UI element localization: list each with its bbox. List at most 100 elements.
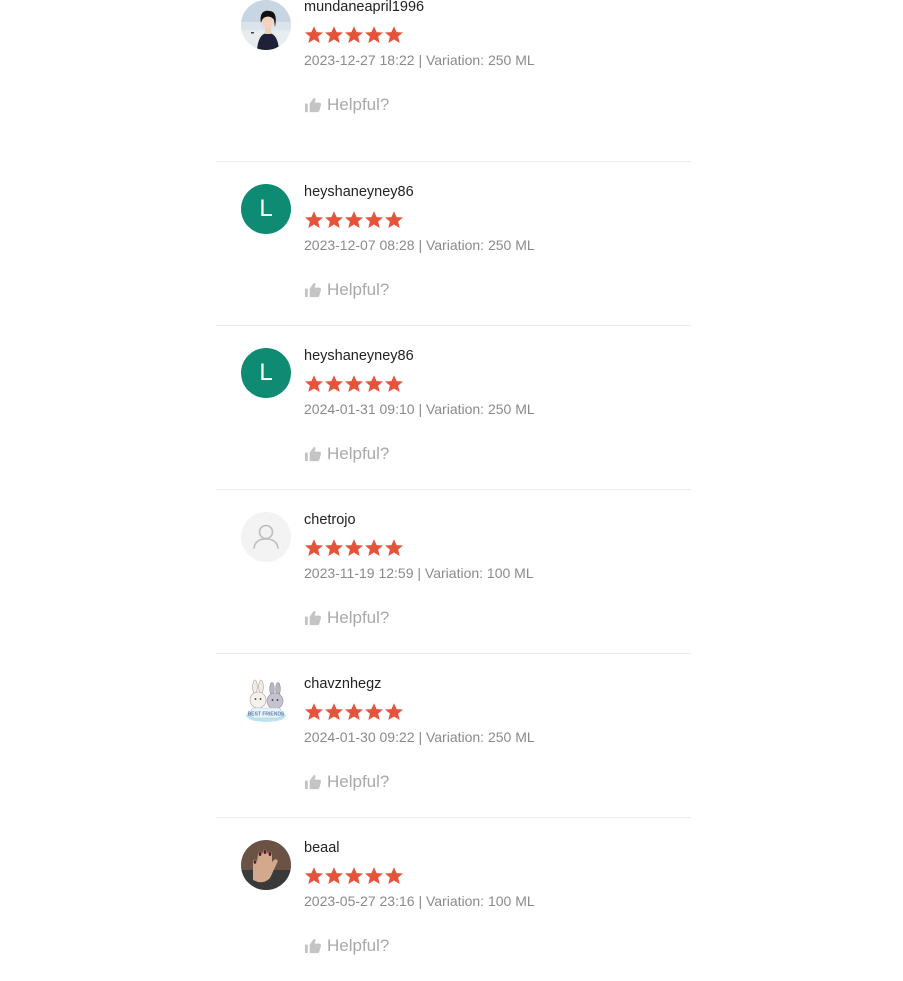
variation-value: 250 ML [487,729,535,745]
review-meta: 2023-05-27 23:16 | Variation: 100 ML [304,893,535,909]
variation-prefix: Variation: [425,237,485,253]
meta-separator: | [418,893,423,909]
helpful-label: Helpful? [327,772,390,791]
star-icon [385,211,403,228]
star-icon [305,867,323,884]
star-icon [385,703,403,720]
meta-separator: | [418,237,423,253]
star-icon [345,375,363,392]
star-rating [304,374,404,394]
svg-text:BEST FRIENDS: BEST FRIENDS [248,712,285,718]
star-rating [304,25,404,45]
review-item: Lheyshaneyney86 2023-12-07 08:28 | Variat… [216,162,691,326]
star-icon [365,375,383,392]
helpful-button[interactable]: Helpful? [304,280,389,300]
variation-value: 250 ML [487,52,535,68]
thumbs-up-icon [304,938,322,954]
meta-separator: | [418,52,423,68]
avatar-letter[interactable]: L [241,184,291,234]
variation-value: 100 ML [486,565,534,581]
avatar-photo[interactable] [241,840,291,890]
helpful-label: Helpful? [327,95,390,114]
helpful-button[interactable]: Helpful? [304,608,389,628]
review-meta: 2024-01-31 09:10 | Variation: 250 ML [304,401,535,417]
reviewer-username: mundaneapril1996 [304,0,425,15]
star-rating [304,702,404,722]
star-icon [345,211,363,228]
star-icon [325,539,343,556]
star-icon [385,26,403,43]
star-icon [325,375,343,392]
star-icon [365,26,383,43]
meta-separator: | [418,729,423,745]
review-meta: 2024-01-30 09:22 | Variation: 250 ML [304,729,535,745]
avatar-photo[interactable] [241,0,291,50]
avatar-letter-text: L [259,195,273,222]
helpful-button[interactable]: Helpful? [304,444,389,464]
star-rating [304,538,404,558]
star-rating [304,210,404,230]
review-item: mundaneapril1996 2023-12-27 18:22 | Varia… [216,0,691,162]
helpful-label: Helpful? [327,608,390,627]
variation-value: 250 ML [487,401,535,417]
star-icon [365,703,383,720]
star-icon [325,867,343,884]
review-date: 2023-12-07 08:28 [304,237,415,253]
variation-prefix: Variation: [425,52,485,68]
star-icon [365,867,383,884]
star-icon [385,867,403,884]
star-icon [365,539,383,556]
thumbs-up-icon [304,610,322,626]
star-icon [345,867,363,884]
reviewer-username: chavznhegz [304,676,382,692]
review-date: 2024-01-31 09:10 [304,401,415,417]
avatar-bunnies-sticker[interactable]: BEST FRIENDS [241,676,291,726]
reviewer-username: heyshaneyney86 [304,348,414,364]
helpful-button[interactable]: Helpful? [304,936,389,956]
variation-prefix: Variation: [425,893,485,909]
star-icon [385,539,403,556]
review-item: beaal 2023-05-27 23:16 | Variation: 100 M… [216,818,691,981]
avatar-default-user-icon[interactable] [241,512,291,562]
star-icon [365,211,383,228]
helpful-label: Helpful? [327,280,390,299]
star-icon [305,26,323,43]
variation-value: 250 ML [487,237,535,253]
helpful-button[interactable]: Helpful? [304,95,389,115]
star-icon [325,211,343,228]
variation-prefix: Variation: [425,401,485,417]
review-meta: 2023-12-07 08:28 | Variation: 250 ML [304,237,535,253]
review-meta: 2023-12-27 18:22 | Variation: 250 ML [304,52,535,68]
review-item: chetrojo 2023-11-19 12:59 | Variation: 10… [216,490,691,654]
meta-separator: | [417,565,422,581]
star-icon [385,375,403,392]
review-meta: 2023-11-19 12:59 | Variation: 100 ML [304,565,534,581]
reviewer-username: beaal [304,840,340,856]
star-icon [305,539,323,556]
avatar-letter-text: L [259,359,273,386]
star-icon [305,211,323,228]
review-date: 2023-12-27 18:22 [304,52,415,68]
star-icon [305,703,323,720]
reviewer-username: chetrojo [304,512,356,528]
avatar-letter[interactable]: L [241,348,291,398]
star-icon [345,26,363,43]
variation-prefix: Variation: [424,565,484,581]
star-icon [345,703,363,720]
review-item: BEST FRIENDS chavznhegz 2024-01-30 09:22 |… [216,654,691,818]
reviewer-username: heyshaneyney86 [304,184,414,200]
thumbs-up-icon [304,774,322,790]
thumbs-up-icon [304,282,322,298]
star-icon [325,26,343,43]
review-date: 2023-05-27 23:16 [304,893,415,909]
thumbs-up-icon [304,97,322,113]
helpful-label: Helpful? [327,444,390,463]
star-icon [325,703,343,720]
helpful-button[interactable]: Helpful? [304,772,389,792]
meta-separator: | [418,401,423,417]
review-date: 2023-11-19 12:59 [304,565,414,581]
review-list: mundaneapril1996 2023-12-27 18:22 | Varia… [216,0,691,981]
variation-prefix: Variation: [425,729,485,745]
star-icon [305,375,323,392]
thumbs-up-icon [304,446,322,462]
